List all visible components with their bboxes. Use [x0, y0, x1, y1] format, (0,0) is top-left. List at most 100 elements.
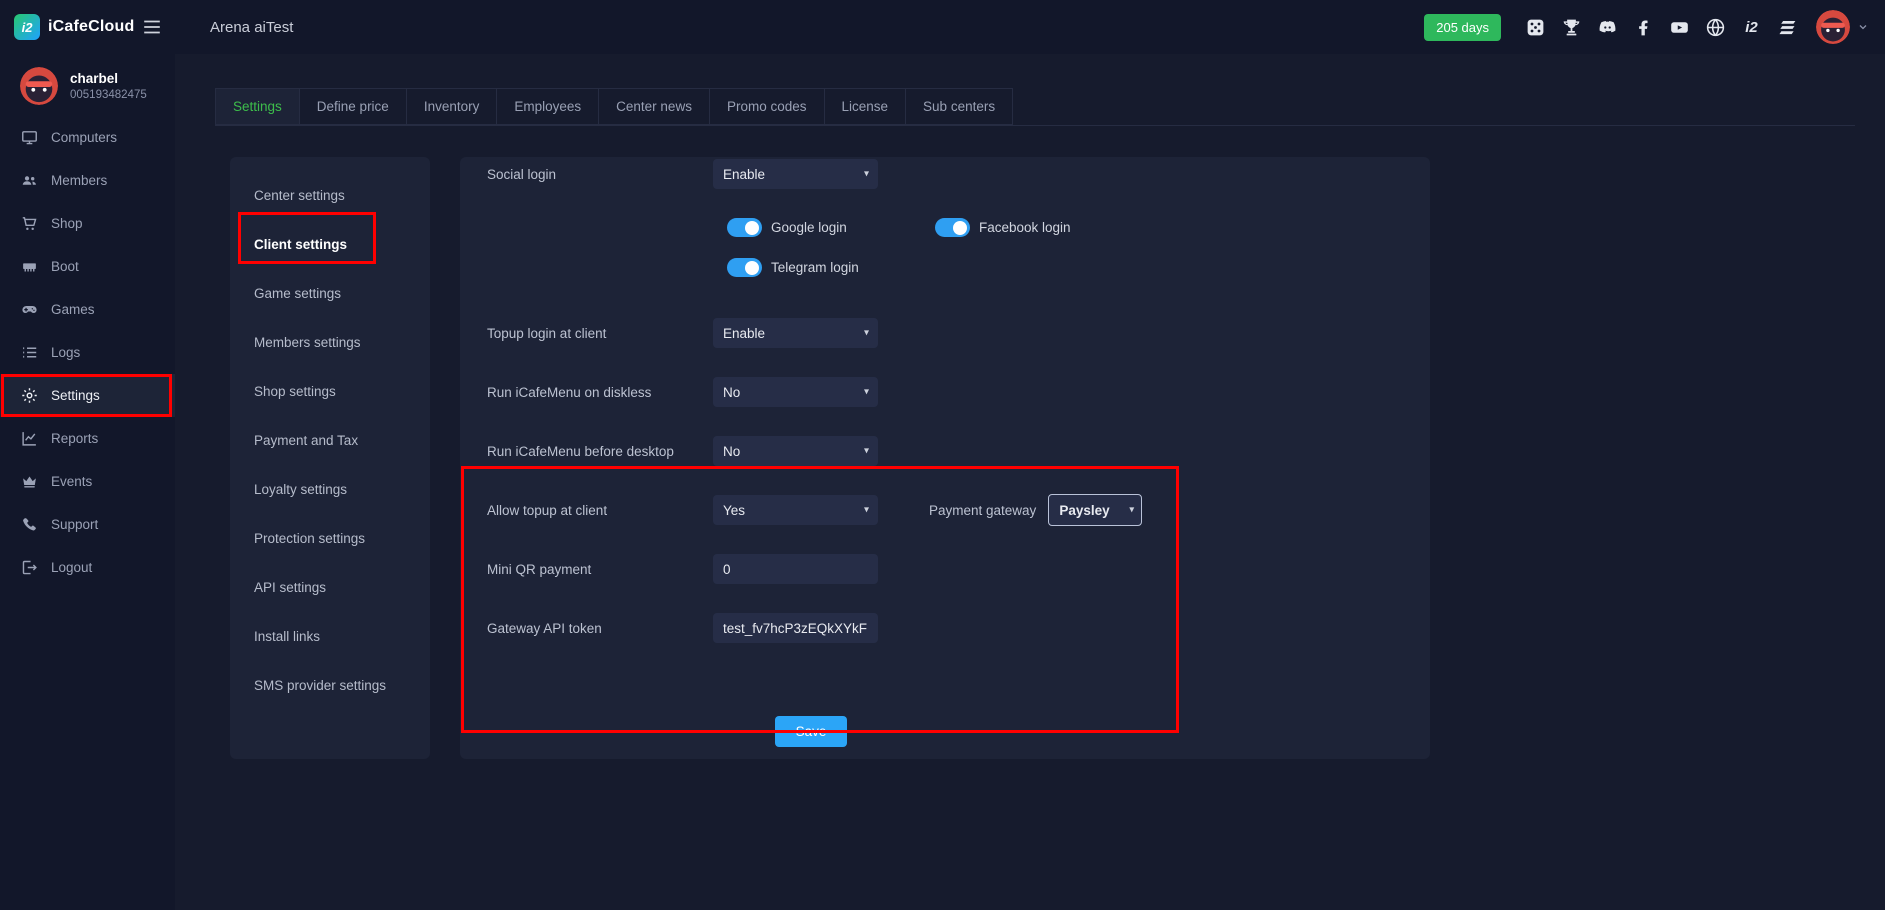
tab-license[interactable]: License — [824, 88, 907, 125]
topup-login-select[interactable]: Enable — [713, 318, 878, 348]
settings-nav-payment-tax[interactable]: Payment and Tax — [230, 416, 430, 465]
sidebar-item-label: Shop — [51, 216, 83, 231]
gear-icon — [21, 387, 38, 404]
settings-nav-client[interactable]: Client settings — [230, 220, 430, 269]
allow-topup-label: Allow topup at client — [487, 503, 713, 518]
sidebar-item-events[interactable]: Events — [0, 460, 175, 503]
settings-nav-members[interactable]: Members settings — [230, 318, 430, 367]
logo-text: iCafeCloud — [48, 18, 134, 36]
app-logo[interactable]: i2 iCafeCloud — [14, 14, 134, 40]
brand-area: i2 iCafeCloud — [0, 0, 175, 54]
settings-nav-label: SMS provider settings — [254, 678, 386, 693]
gateway-token-input[interactable] — [713, 613, 878, 643]
icafe-i2-icon[interactable]: i2 — [1741, 17, 1762, 38]
tab-bar: Settings Define price Inventory Employee… — [215, 88, 1855, 126]
license-days-badge[interactable]: 205 days — [1424, 14, 1501, 41]
save-button[interactable]: Save — [775, 716, 847, 747]
sidebar-item-settings[interactable]: Settings — [0, 374, 175, 417]
sidebar-item-support[interactable]: Support — [0, 503, 175, 546]
settings-nav-install-links[interactable]: Install links — [230, 612, 430, 661]
user-avatar[interactable] — [1816, 10, 1850, 44]
tab-sub-centers[interactable]: Sub centers — [905, 88, 1013, 125]
facebook-icon[interactable] — [1633, 17, 1654, 38]
gamepad-icon[interactable] — [1525, 17, 1546, 38]
sidebar-item-label: Computers — [51, 130, 117, 145]
tab-employees[interactable]: Employees — [496, 88, 599, 125]
youtube-icon[interactable] — [1669, 17, 1690, 38]
settings-nav-loyalty[interactable]: Loyalty settings — [230, 465, 430, 514]
run-before-desktop-label: Run iCafeMenu before desktop — [487, 444, 713, 459]
tab-label: Employees — [514, 99, 581, 114]
settings-nav-label: Shop settings — [254, 384, 336, 399]
settings-nav-center[interactable]: Center settings — [230, 171, 430, 220]
sidebar: charbel 005193482475 Computers Members S… — [0, 54, 175, 910]
toggle-label: Google login — [771, 220, 847, 235]
sidebar-user-avatar — [20, 67, 58, 105]
allow-topup-select-wrap: Yes — [713, 495, 878, 525]
sidebar-item-logs[interactable]: Logs — [0, 331, 175, 374]
tab-label: Inventory — [424, 99, 480, 114]
topbar-right: 205 days i2 — [1424, 10, 1885, 44]
row-allow-topup: Allow topup at client Yes Payment gatewa… — [487, 495, 1430, 525]
sidebar-item-label: Boot — [51, 259, 79, 274]
monitor-icon — [21, 129, 38, 146]
settings-nav-label: Members settings — [254, 335, 361, 350]
row-topup-login: Topup login at client Enable — [487, 318, 1430, 348]
sidebar-item-computers[interactable]: Computers — [0, 116, 175, 159]
sidebar-item-boot[interactable]: Boot — [0, 245, 175, 288]
main-content: Settings Define price Inventory Employee… — [175, 54, 1885, 910]
mini-qr-input[interactable] — [713, 554, 878, 584]
sidebar-item-shop[interactable]: Shop — [0, 202, 175, 245]
google-login-toggle-row: Google login — [727, 218, 935, 237]
telegram-login-toggle[interactable] — [727, 258, 762, 277]
sidebar-item-reports[interactable]: Reports — [0, 417, 175, 460]
settings-nav-api[interactable]: API settings — [230, 563, 430, 612]
run-before-desktop-select[interactable]: No — [713, 436, 878, 466]
payment-gateway-select[interactable]: Paysley — [1048, 494, 1142, 526]
settings-content: Center settings Client settings Game set… — [230, 157, 1885, 759]
tab-center-news[interactable]: Center news — [598, 88, 710, 125]
user-id: 005193482475 — [70, 89, 147, 101]
row-mini-qr: Mini QR payment — [487, 554, 1430, 584]
social-login-select[interactable]: Enable — [713, 159, 878, 189]
page-title: Arena aiTest — [210, 19, 293, 36]
settings-nav-label: Payment and Tax — [254, 433, 358, 448]
facebook-login-toggle[interactable] — [935, 218, 970, 237]
globe-icon[interactable] — [1705, 17, 1726, 38]
allow-topup-select[interactable]: Yes — [713, 495, 878, 525]
client-settings-panel: Social login Enable Google login Faceboo… — [460, 157, 1430, 759]
gateway-token-label: Gateway API token — [487, 621, 713, 636]
discord-icon[interactable] — [1597, 17, 1618, 38]
chevron-down-icon[interactable] — [1857, 21, 1869, 33]
tab-label: Settings — [233, 99, 282, 114]
settings-nav-label: Loyalty settings — [254, 482, 347, 497]
tab-define-price[interactable]: Define price — [299, 88, 407, 125]
gamepad-icon — [21, 301, 38, 318]
i2-glyph: i2 — [1745, 19, 1758, 36]
row-run-diskless: Run iCafeMenu on diskless No — [487, 377, 1430, 407]
sidebar-item-members[interactable]: Members — [0, 159, 175, 202]
topup-login-label: Topup login at client — [487, 326, 713, 341]
tab-promo-codes[interactable]: Promo codes — [709, 88, 825, 125]
hamburger-menu-icon[interactable] — [141, 16, 163, 38]
settings-nav-sms-provider[interactable]: SMS provider settings — [230, 661, 430, 710]
google-login-toggle[interactable] — [727, 218, 762, 237]
payment-gateway-group: Payment gateway Paysley — [929, 494, 1142, 526]
sidebar-item-logout[interactable]: Logout — [0, 546, 175, 589]
settings-nav-game[interactable]: Game settings — [230, 269, 430, 318]
layers-icon[interactable] — [1777, 17, 1798, 38]
settings-nav-shop[interactable]: Shop settings — [230, 367, 430, 416]
memory-icon — [21, 258, 38, 275]
settings-nav-label: Client settings — [254, 237, 347, 252]
settings-nav-protection[interactable]: Protection settings — [230, 514, 430, 563]
sidebar-item-games[interactable]: Games — [0, 288, 175, 331]
run-diskless-select[interactable]: No — [713, 377, 878, 407]
topup-login-select-wrap: Enable — [713, 318, 878, 348]
topbar-icons: i2 — [1525, 17, 1798, 38]
trophy-icon[interactable] — [1561, 17, 1582, 38]
tab-settings[interactable]: Settings — [215, 88, 300, 125]
tab-inventory[interactable]: Inventory — [406, 88, 498, 125]
cart-icon — [21, 215, 38, 232]
sidebar-item-label: Support — [51, 517, 98, 532]
logo-mark-icon: i2 — [14, 14, 40, 40]
